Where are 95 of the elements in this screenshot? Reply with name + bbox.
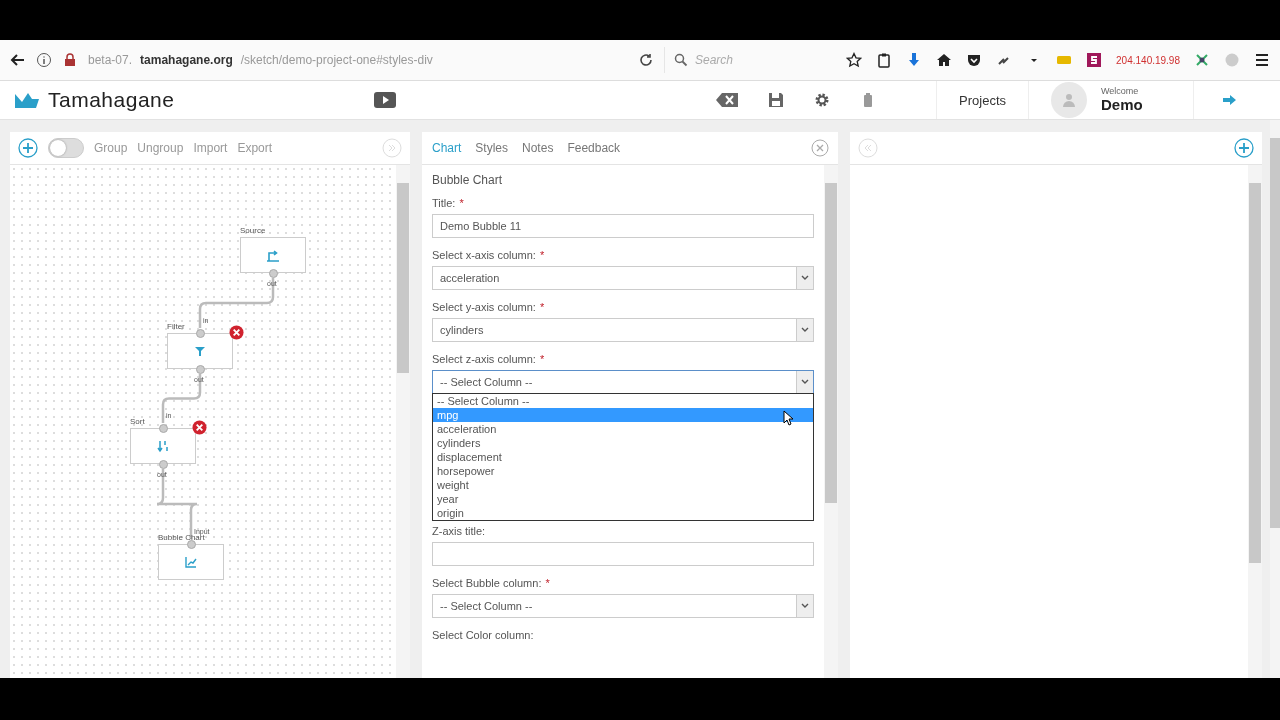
required-mark: * bbox=[539, 249, 545, 261]
required-mark: * bbox=[539, 301, 545, 313]
select-field[interactable]: -- Select Column -- bbox=[432, 370, 814, 394]
toggle-switch[interactable] bbox=[48, 138, 84, 158]
text-field[interactable]: Demo Bubble 11 bbox=[432, 214, 814, 238]
ip-address[interactable]: 204.140.19.98 bbox=[1116, 54, 1180, 66]
scrollbar[interactable] bbox=[1270, 120, 1280, 678]
port[interactable] bbox=[159, 424, 168, 433]
field-label: Select y-axis column: bbox=[432, 301, 536, 313]
port[interactable] bbox=[269, 269, 278, 278]
node-label: Sort bbox=[130, 417, 145, 426]
delete-icon[interactable] bbox=[229, 325, 244, 340]
home-icon[interactable] bbox=[936, 52, 953, 68]
expand-icon[interactable] bbox=[858, 138, 878, 158]
network-icon[interactable] bbox=[1194, 52, 1210, 68]
collapse-icon[interactable] bbox=[382, 138, 402, 158]
star-icon[interactable] bbox=[846, 52, 863, 68]
brand-name: Tamahagane bbox=[48, 88, 175, 112]
s-extension-icon[interactable] bbox=[1086, 52, 1103, 68]
chevron-icon bbox=[796, 371, 813, 393]
chevron-icon bbox=[796, 595, 813, 617]
field-label: Select Bubble column: bbox=[432, 577, 542, 589]
scroll-thumb[interactable] bbox=[1249, 183, 1261, 563]
form-heading: Bubble Chart bbox=[432, 173, 504, 187]
tab[interactable]: Feedback bbox=[565, 141, 623, 155]
video-icon[interactable] bbox=[374, 92, 397, 108]
source-icon bbox=[266, 248, 280, 262]
circle-icon[interactable] bbox=[1224, 52, 1240, 68]
field-label: Select Color column: bbox=[432, 629, 534, 641]
field-label: Select x-axis column: bbox=[432, 249, 536, 261]
dropdown-option[interactable]: weight bbox=[433, 478, 813, 492]
back-icon[interactable] bbox=[10, 52, 26, 68]
field-label: Title: bbox=[432, 197, 456, 209]
select-field[interactable]: acceleration bbox=[432, 266, 814, 290]
text-field[interactable] bbox=[432, 542, 814, 566]
port[interactable] bbox=[196, 365, 205, 374]
delete-icon[interactable] bbox=[192, 420, 207, 435]
user-name: Demo bbox=[1101, 96, 1143, 113]
port[interactable] bbox=[159, 460, 168, 469]
node-box[interactable] bbox=[130, 428, 196, 464]
lock-icon bbox=[62, 52, 78, 68]
logout-icon[interactable] bbox=[1222, 92, 1238, 108]
menu-icon[interactable] bbox=[1254, 52, 1270, 68]
dropdown-option[interactable]: acceleration bbox=[433, 422, 813, 436]
dropdown-option[interactable]: displacement bbox=[433, 450, 813, 464]
scrollbar[interactable] bbox=[824, 165, 838, 678]
cursor-icon bbox=[783, 410, 795, 426]
add-icon[interactable] bbox=[18, 138, 38, 158]
port[interactable] bbox=[187, 540, 196, 549]
info-icon[interactable] bbox=[36, 52, 52, 68]
reload-icon[interactable] bbox=[638, 52, 654, 68]
close-icon[interactable] bbox=[810, 138, 830, 158]
dropdown-option[interactable]: -- Select Column -- bbox=[433, 394, 813, 408]
required-mark: * bbox=[459, 197, 464, 209]
chart-icon bbox=[184, 555, 198, 569]
dropdown-option[interactable]: cylinders bbox=[433, 436, 813, 450]
pocket-icon[interactable] bbox=[966, 52, 983, 68]
dropdown-option[interactable]: horsepower bbox=[433, 464, 813, 478]
node-box[interactable] bbox=[158, 544, 224, 580]
clipboard-icon[interactable] bbox=[876, 52, 893, 68]
sort-icon bbox=[156, 439, 170, 453]
select-field[interactable]: cylinders bbox=[432, 318, 814, 342]
chevron-icon bbox=[796, 267, 813, 289]
field-label: Select z-axis column: bbox=[432, 353, 536, 365]
scrollbar[interactable] bbox=[396, 165, 410, 678]
scrollbar[interactable] bbox=[1248, 165, 1262, 678]
scroll-thumb[interactable] bbox=[1270, 138, 1280, 528]
node-label: Source bbox=[240, 226, 266, 235]
node-label: Filter bbox=[167, 322, 185, 331]
connector bbox=[161, 374, 202, 423]
welcome-text: Welcome bbox=[1101, 87, 1140, 97]
tab[interactable]: Styles bbox=[473, 141, 511, 155]
filter-icon bbox=[193, 344, 207, 358]
node-box[interactable] bbox=[240, 237, 306, 273]
chevron-icon bbox=[796, 319, 813, 341]
search-icon bbox=[673, 52, 689, 68]
scroll-thumb[interactable] bbox=[825, 183, 837, 503]
avatar[interactable] bbox=[1051, 82, 1087, 118]
select-field[interactable]: -- Select Column -- bbox=[432, 594, 814, 618]
add-icon[interactable] bbox=[1234, 138, 1254, 158]
dropdown-option[interactable]: year bbox=[433, 492, 813, 506]
scroll-thumb[interactable] bbox=[397, 183, 409, 373]
user-icon bbox=[1061, 92, 1077, 108]
dropdown-option[interactable]: origin bbox=[433, 506, 813, 520]
field-label: Z-axis title: bbox=[432, 525, 486, 537]
backspace-icon[interactable] bbox=[716, 93, 739, 107]
required-mark: * bbox=[539, 353, 545, 365]
tab[interactable]: Notes bbox=[520, 141, 556, 155]
node-box[interactable] bbox=[167, 333, 233, 369]
required-mark: * bbox=[545, 577, 550, 589]
address-bar[interactable]: beta-07.tamahagane.org/sketch/demo-project-one#styles-div bbox=[88, 47, 628, 73]
settings-icon[interactable] bbox=[814, 92, 831, 108]
projects-link[interactable]: Projects bbox=[959, 92, 1006, 108]
port[interactable] bbox=[196, 329, 205, 338]
save-icon[interactable] bbox=[768, 92, 785, 108]
